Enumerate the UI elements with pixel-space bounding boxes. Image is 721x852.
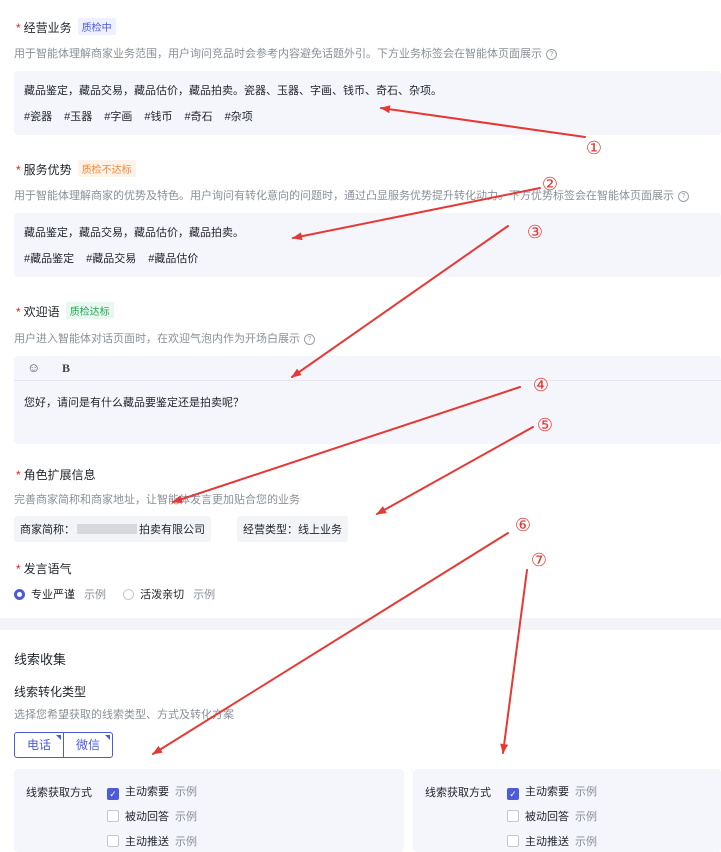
annotation-2: ② <box>542 174 558 195</box>
annotation-1: ① <box>586 138 602 159</box>
annotation-3: ③ <box>527 222 543 243</box>
annotation-5: ⑤ <box>537 415 553 436</box>
arrow-4 <box>172 386 521 503</box>
annotation-overlay: ① ② ③ ④ ⑤ ⑥ ⑦ <box>152 105 602 755</box>
annotation-4: ④ <box>533 375 549 396</box>
annotation-6: ⑥ <box>515 515 531 536</box>
arrow-3 <box>291 225 509 378</box>
arrow-7 <box>500 569 528 754</box>
arrow-5 <box>376 426 534 515</box>
annotation-7: ⑦ <box>531 550 547 571</box>
arrow-1 <box>380 105 586 138</box>
arrow-6 <box>152 532 509 755</box>
